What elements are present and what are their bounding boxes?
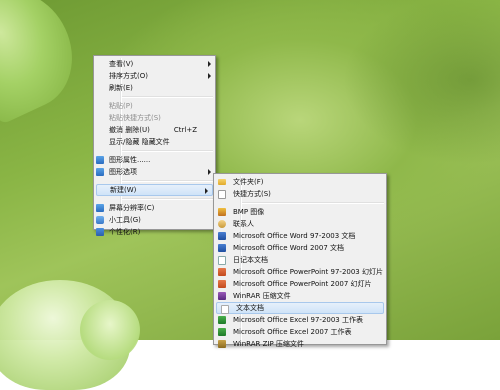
menu-separator: [122, 150, 213, 152]
menu-item-label: 图形属性......: [109, 156, 151, 164]
desktop-context-menu: 查看(V) 排序方式(O) 刷新(E) 粘贴(P) 粘贴快捷方式(S) 撤消 删…: [93, 55, 216, 236]
folder-icon: [218, 179, 226, 185]
menu-item-label: 显示/隐藏 隐藏文件: [109, 138, 170, 146]
menu-item-paste-shortcut[interactable]: 粘贴快捷方式(S): [94, 112, 215, 124]
new-submenu: 文件夹(F) 快捷方式(S) BMP 图像 联系人 Microsoft Offi…: [213, 173, 387, 348]
menu-separator: [242, 202, 384, 204]
contact-icon: [218, 220, 226, 228]
word-icon: [218, 244, 226, 252]
menu-item-view[interactable]: 查看(V): [94, 58, 215, 70]
gadget-icon: [96, 216, 104, 224]
menu-item-label: 快捷方式(S): [233, 190, 271, 198]
wallpaper-leaf-highlight: [80, 300, 140, 360]
new-bmp-item[interactable]: BMP 图像: [214, 206, 386, 218]
menu-item-label: Microsoft Office Word 97-2003 文档: [233, 232, 356, 240]
menu-item-sort-by[interactable]: 排序方式(O): [94, 70, 215, 82]
menu-item-gadgets[interactable]: 小工具(G): [94, 214, 215, 226]
menu-item-label: 排序方式(O): [109, 72, 148, 80]
winrar-icon: [218, 292, 226, 300]
menu-item-graphics-properties[interactable]: 图形属性......: [94, 154, 215, 166]
menu-item-label: 刷新(E): [109, 84, 133, 92]
menu-item-label: Microsoft Office Excel 2007 工作表: [233, 328, 352, 336]
excel-icon: [218, 328, 226, 336]
new-word-97-2003-item[interactable]: Microsoft Office Word 97-2003 文档: [214, 230, 386, 242]
personalize-icon: [96, 228, 104, 236]
display-icon: [96, 168, 104, 176]
menu-item-paste[interactable]: 粘贴(P): [94, 100, 215, 112]
menu-separator: [122, 198, 213, 200]
menu-item-label: 撤消 删除(U): [109, 126, 150, 134]
menu-item-label: WinRAR ZIP 压缩文件: [233, 340, 304, 348]
journal-icon: [218, 256, 226, 265]
submenu-arrow-icon: [205, 188, 208, 194]
wallpaper-leaf-top: [0, 0, 91, 126]
menu-item-label: 联系人: [233, 220, 254, 228]
menu-item-screen-resolution[interactable]: 屏幕分辨率(C): [94, 202, 215, 214]
winrar-zip-icon: [218, 340, 226, 348]
submenu-arrow-icon: [208, 61, 211, 67]
menu-item-label: 个性化(R): [109, 228, 141, 236]
menu-item-label: 文件夹(F): [233, 178, 264, 186]
menu-item-shortcut: Ctrl+Z: [173, 126, 197, 134]
menu-item-label: 粘贴快捷方式(S): [109, 114, 161, 122]
text-document-icon: [221, 305, 229, 314]
menu-item-label: WinRAR 压缩文件: [233, 292, 291, 300]
menu-item-refresh[interactable]: 刷新(E): [94, 82, 215, 94]
new-folder-item[interactable]: 文件夹(F): [214, 176, 386, 188]
powerpoint-icon: [218, 268, 226, 276]
menu-item-label: Microsoft Office PowerPoint 2007 幻灯片: [233, 280, 372, 288]
submenu-arrow-icon: [208, 169, 211, 175]
new-excel-97-2003-item[interactable]: Microsoft Office Excel 97-2003 工作表: [214, 314, 386, 326]
menu-item-label: 查看(V): [109, 60, 134, 68]
menu-item-graphics-options[interactable]: 图形选项: [94, 166, 215, 178]
new-contact-item[interactable]: 联系人: [214, 218, 386, 230]
display-icon: [96, 204, 104, 212]
new-word-2007-item[interactable]: Microsoft Office Word 2007 文档: [214, 242, 386, 254]
new-powerpoint-2007-item[interactable]: Microsoft Office PowerPoint 2007 幻灯片: [214, 278, 386, 290]
menu-item-label: Microsoft Office Word 2007 文档: [233, 244, 344, 252]
menu-item-personalize[interactable]: 个性化(R): [94, 226, 215, 238]
menu-item-undo-delete[interactable]: 撤消 删除(U) Ctrl+Z: [94, 124, 215, 136]
display-icon: [96, 156, 104, 164]
menu-item-label: BMP 图像: [233, 208, 265, 216]
menu-item-show-hide-hidden-files[interactable]: 显示/隐藏 隐藏文件: [94, 136, 215, 148]
new-shortcut-item[interactable]: 快捷方式(S): [214, 188, 386, 200]
menu-item-label: Microsoft Office Excel 97-2003 工作表: [233, 316, 363, 324]
menu-item-label: 粘贴(P): [109, 102, 133, 110]
menu-separator: [122, 96, 213, 98]
menu-item-label: 图形选项: [109, 168, 137, 176]
menu-item-label: 文本文档: [236, 304, 264, 312]
menu-item-label: 屏幕分辨率(C): [109, 204, 155, 212]
new-excel-2007-item[interactable]: Microsoft Office Excel 2007 工作表: [214, 326, 386, 338]
bitmap-icon: [218, 208, 226, 216]
powerpoint-icon: [218, 280, 226, 288]
word-icon: [218, 232, 226, 240]
submenu-arrow-icon: [208, 73, 211, 79]
menu-item-label: 小工具(G): [109, 216, 141, 224]
new-winrar-item[interactable]: WinRAR 压缩文件: [214, 290, 386, 302]
shortcut-icon: [218, 190, 226, 199]
menu-item-new[interactable]: 新建(W): [96, 184, 213, 196]
menu-separator: [122, 180, 213, 182]
excel-icon: [218, 316, 226, 324]
menu-item-label: 新建(W): [110, 186, 137, 194]
new-text-document-item[interactable]: 文本文档: [216, 302, 384, 314]
new-powerpoint-97-2003-item[interactable]: Microsoft Office PowerPoint 97-2003 幻灯片: [214, 266, 386, 278]
new-journal-item[interactable]: 日记本文档: [214, 254, 386, 266]
menu-item-label: Microsoft Office PowerPoint 97-2003 幻灯片: [233, 268, 383, 276]
menu-item-label: 日记本文档: [233, 256, 268, 264]
